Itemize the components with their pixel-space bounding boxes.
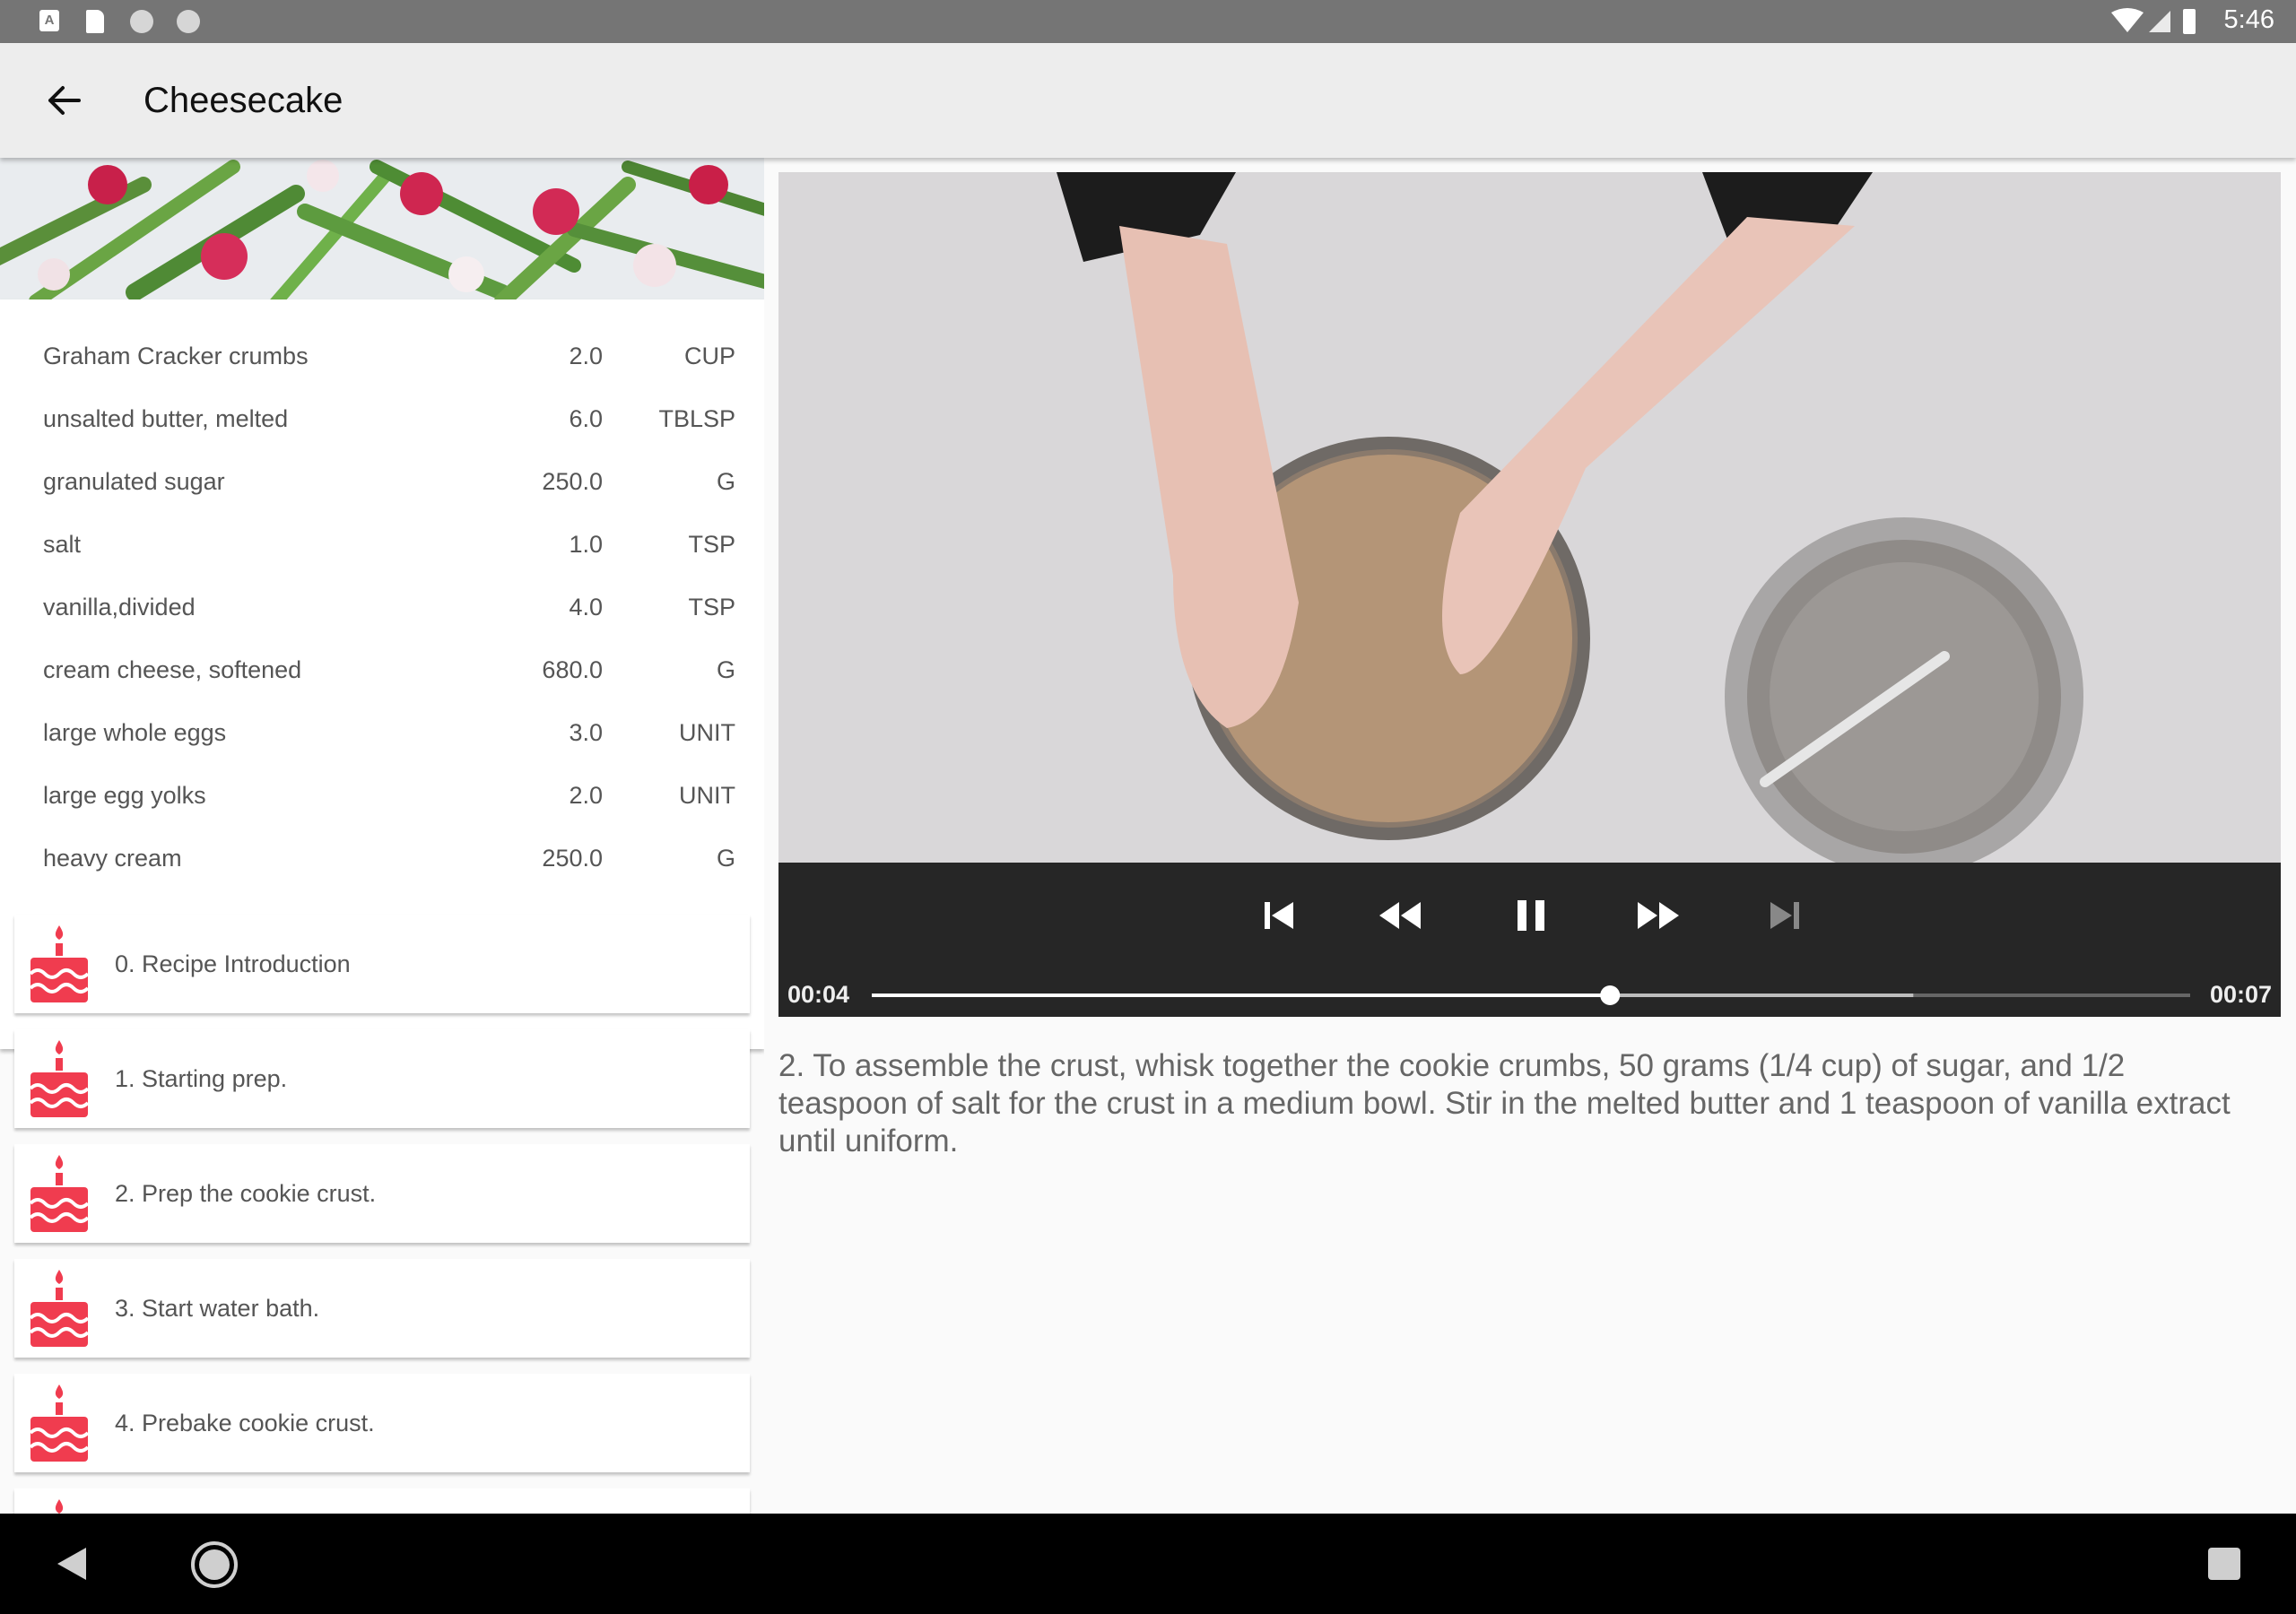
seek-bar[interactable] — [872, 985, 2190, 1006]
step-item-partial[interactable] — [14, 1488, 750, 1514]
ingredient-row: unsalted butter, melted 6.0 TBLSP — [0, 389, 764, 452]
ingredient-quantity: 2.0 — [569, 343, 603, 369]
ingredient-row: cream cheese, softened 680.0 G — [0, 640, 764, 703]
cake-icon — [29, 1270, 90, 1347]
ingredient-row: Graham Cracker crumbs 2.0 CUP — [0, 326, 764, 389]
step-item[interactable]: 3. Start water bath. — [14, 1259, 750, 1358]
app-bar: Cheesecake — [0, 43, 2296, 158]
ingredient-row: salt 1.0 TSP — [0, 515, 764, 577]
cell-signal-icon — [2149, 11, 2170, 32]
cake-icon — [29, 1384, 90, 1462]
ingredient-quantity: 1.0 — [569, 531, 603, 558]
step-item[interactable]: 0. Recipe Introduction — [14, 915, 750, 1013]
current-time: 00:04 — [787, 981, 850, 1008]
ingredient-name: large egg yolks — [43, 782, 206, 809]
step-description: 2. To assemble the crust, whisk together… — [778, 1048, 2231, 1158]
ingredient-quantity: 680.0 — [542, 656, 603, 683]
ingredient-quantity: 250.0 — [542, 468, 603, 495]
app-notification-icon: A — [39, 10, 59, 31]
ingredient-unit: UNIT — [679, 719, 735, 746]
ingredient-row: large egg yolks 2.0 UNIT — [0, 766, 764, 829]
sd-card-icon — [86, 10, 104, 33]
video-player[interactable]: 00:04 00:07 — [778, 172, 2281, 1017]
page-title: Cheesecake — [144, 81, 344, 120]
step-item[interactable]: 1. Starting prep. — [14, 1029, 750, 1128]
ingredient-unit: CUP — [683, 343, 735, 369]
cake-icon — [29, 925, 90, 1002]
ingredient-quantity: 3.0 — [569, 719, 603, 746]
ingredient-unit: TBLSP — [658, 405, 735, 432]
step-label: 2. Prep the cookie crust. — [115, 1180, 377, 1207]
seek-thumb[interactable] — [1600, 985, 1621, 1005]
arrow-back-icon — [48, 86, 81, 115]
ingredient-quantity: 2.0 — [569, 782, 603, 809]
ingredient-unit: G — [716, 845, 735, 872]
back-button[interactable] — [39, 79, 90, 122]
ingredient-unit: G — [716, 468, 735, 495]
ingredient-row: large whole eggs 3.0 UNIT — [0, 703, 764, 766]
ingredient-quantity: 250.0 — [542, 845, 603, 872]
ingredient-name: large whole eggs — [43, 719, 227, 746]
step-item[interactable]: 2. Prep the cookie crust. — [14, 1144, 750, 1243]
step-item[interactable]: 4. Prebake cookie crust. — [14, 1374, 750, 1472]
ingredient-unit: TSP — [688, 594, 735, 620]
ingredient-name: heavy cream — [43, 845, 182, 872]
status-bar: A 5:46 — [0, 0, 2296, 43]
skip-previous-icon[interactable] — [1261, 897, 1299, 934]
step-label: 3. Start water bath. — [115, 1295, 320, 1322]
nav-back-icon[interactable] — [56, 1546, 88, 1582]
video-frame — [778, 172, 2281, 876]
status-time: 5:46 — [2223, 5, 2274, 34]
recipe-detail-pane[interactable]: Graham Cracker crumbs 2.0 CUP unsalted b… — [0, 158, 764, 1514]
nav-recents-icon[interactable] — [2206, 1546, 2242, 1582]
wifi-icon — [2111, 8, 2144, 32]
skip-next-icon[interactable] — [1765, 897, 1803, 934]
cake-icon — [55, 1499, 64, 1514]
ingredient-quantity: 4.0 — [569, 594, 603, 620]
ingredient-row: vanilla,divided 4.0 TSP — [0, 577, 764, 640]
rewind-icon[interactable] — [1378, 897, 1424, 934]
ingredient-unit: UNIT — [679, 782, 735, 809]
battery-icon — [2183, 9, 2196, 34]
nav-home-icon[interactable] — [190, 1540, 239, 1589]
cake-icon — [29, 1040, 90, 1117]
ingredient-name: vanilla,divided — [43, 594, 196, 620]
ingredient-name: salt — [43, 531, 82, 558]
notification-dot-icon — [130, 10, 153, 33]
recipe-header-image — [0, 158, 764, 299]
ingredient-name: unsalted butter, melted — [43, 405, 289, 432]
step-label: 4. Prebake cookie crust. — [115, 1410, 375, 1436]
seek-played — [872, 994, 1611, 997]
navigation-bar — [0, 1514, 2296, 1614]
signal-battery-icons — [2111, 8, 2196, 34]
ingredient-row: granulated sugar 250.0 G — [0, 452, 764, 515]
pause-icon[interactable] — [1512, 897, 1550, 934]
ingredient-name: cream cheese, softened — [43, 656, 302, 683]
ingredient-quantity: 6.0 — [569, 405, 603, 432]
duration-time: 00:07 — [2209, 981, 2272, 1008]
step-label: 0. Recipe Introduction — [115, 950, 351, 977]
notification-dot-icon — [177, 10, 200, 33]
ingredient-name: granulated sugar — [43, 468, 225, 495]
step-label: 1. Starting prep. — [115, 1065, 288, 1092]
ingredient-unit: G — [716, 656, 735, 683]
ingredient-name: Graham Cracker crumbs — [43, 343, 309, 369]
cake-icon — [29, 1155, 90, 1232]
ingredient-row: heavy cream 250.0 G — [0, 829, 764, 891]
fast-forward-icon[interactable] — [1634, 897, 1681, 934]
ingredient-unit: TSP — [688, 531, 735, 558]
